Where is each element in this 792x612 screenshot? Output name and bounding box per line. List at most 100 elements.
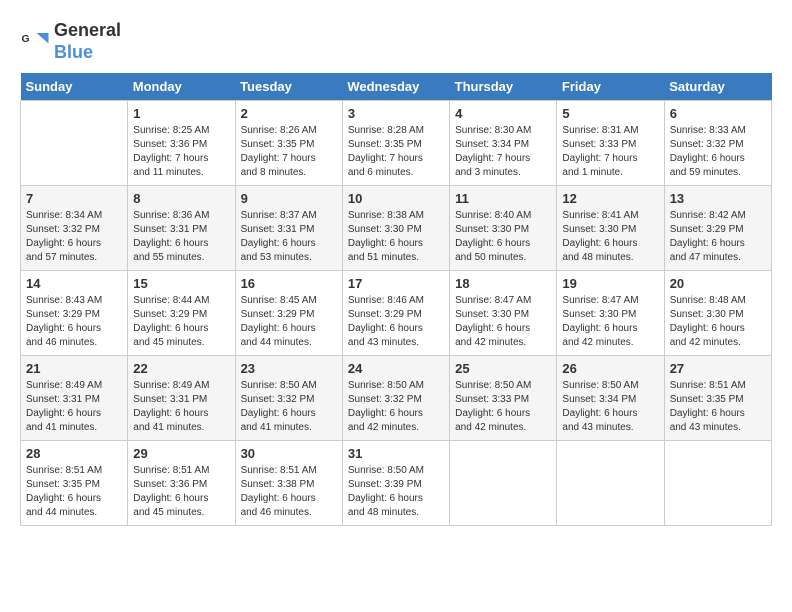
day-number: 20	[670, 276, 766, 291]
day-number: 30	[241, 446, 337, 461]
header-cell-friday: Friday	[557, 73, 664, 101]
day-cell: 6 Sunrise: 8:33 AM Sunset: 3:32 PM Daylig…	[664, 101, 771, 186]
day-cell: 16 Sunrise: 8:45 AM Sunset: 3:29 PM Dayli…	[235, 271, 342, 356]
day-info: Sunrise: 8:26 AM Sunset: 3:35 PM Dayligh…	[241, 124, 337, 180]
day-number: 28	[26, 446, 122, 461]
day-cell: 10Sunrise: 8:38 AM Sunset: 3:30 PM Dayli…	[342, 186, 449, 271]
day-number: 29	[133, 446, 229, 461]
day-info: Sunrise: 8:45 AM Sunset: 3:29 PM Dayligh…	[241, 294, 337, 350]
header-cell-tuesday: Tuesday	[235, 73, 342, 101]
day-cell: 14 Sunrise: 8:43 AM Sunset: 3:29 PM Dayli…	[21, 271, 128, 356]
day-number: 4	[455, 106, 551, 121]
week-row-4: 21 Sunrise: 8:49 AM Sunset: 3:31 PM Dayli…	[21, 356, 772, 441]
day-info: Sunrise: 8:42 AM Sunset: 3:29 PM Dayligh…	[670, 209, 766, 265]
day-info: Sunrise: 8:50 AM Sunset: 3:39 PM Dayligh…	[348, 464, 444, 520]
day-info: Sunrise: 8:47 AM Sunset: 3:30 PM Dayligh…	[562, 294, 658, 350]
day-info: Sunrise: 8:50 AM Sunset: 3:32 PM Dayligh…	[241, 379, 337, 435]
day-number: 18	[455, 276, 551, 291]
day-cell: 4 Sunrise: 8:30 AM Sunset: 3:34 PM Daylig…	[450, 101, 557, 186]
day-cell: 20 Sunrise: 8:48 AM Sunset: 3:30 PM Dayli…	[664, 271, 771, 356]
day-info: Sunrise: 8:51 AM Sunset: 3:36 PM Dayligh…	[133, 464, 229, 520]
svg-text:G: G	[22, 33, 30, 45]
day-info: Sunrise: 8:43 AM Sunset: 3:29 PM Dayligh…	[26, 294, 122, 350]
day-info: Sunrise: 8:37 AM Sunset: 3:31 PM Dayligh…	[241, 209, 337, 265]
day-cell: 7Sunrise: 8:34 AM Sunset: 3:32 PM Daylig…	[21, 186, 128, 271]
day-cell: 1 Sunrise: 8:25 AM Sunset: 3:36 PM Daylig…	[128, 101, 235, 186]
day-number: 16	[241, 276, 337, 291]
day-number: 6	[670, 106, 766, 121]
day-number: 24	[348, 361, 444, 376]
day-cell: 26Sunrise: 8:50 AM Sunset: 3:34 PM Dayli…	[557, 356, 664, 441]
day-info: Sunrise: 8:30 AM Sunset: 3:34 PM Dayligh…	[455, 124, 551, 180]
day-number: 1	[133, 106, 229, 121]
day-info: Sunrise: 8:40 AM Sunset: 3:30 PM Dayligh…	[455, 209, 551, 265]
day-info: Sunrise: 8:44 AM Sunset: 3:29 PM Dayligh…	[133, 294, 229, 350]
day-number: 31	[348, 446, 444, 461]
header-cell-saturday: Saturday	[664, 73, 771, 101]
day-info: Sunrise: 8:49 AM Sunset: 3:31 PM Dayligh…	[26, 379, 122, 435]
day-info: Sunrise: 8:25 AM Sunset: 3:36 PM Dayligh…	[133, 124, 229, 180]
day-number: 21	[26, 361, 122, 376]
day-cell: 24 Sunrise: 8:50 AM Sunset: 3:32 PM Dayli…	[342, 356, 449, 441]
day-number: 7	[26, 191, 122, 206]
day-number: 27	[670, 361, 766, 376]
week-row-1: 1 Sunrise: 8:25 AM Sunset: 3:36 PM Daylig…	[21, 101, 772, 186]
header-cell-wednesday: Wednesday	[342, 73, 449, 101]
day-cell: 12 Sunrise: 8:41 AM Sunset: 3:30 PM Dayli…	[557, 186, 664, 271]
day-info: Sunrise: 8:28 AM Sunset: 3:35 PM Dayligh…	[348, 124, 444, 180]
day-cell: 29 Sunrise: 8:51 AM Sunset: 3:36 PM Dayli…	[128, 441, 235, 526]
day-number: 14	[26, 276, 122, 291]
day-cell: 17Sunrise: 8:46 AM Sunset: 3:29 PM Dayli…	[342, 271, 449, 356]
week-row-5: 28 Sunrise: 8:51 AM Sunset: 3:35 PM Dayli…	[21, 441, 772, 526]
day-cell: 2Sunrise: 8:26 AM Sunset: 3:35 PM Daylig…	[235, 101, 342, 186]
week-row-2: 7Sunrise: 8:34 AM Sunset: 3:32 PM Daylig…	[21, 186, 772, 271]
day-cell: 8Sunrise: 8:36 AM Sunset: 3:31 PM Daylig…	[128, 186, 235, 271]
day-info: Sunrise: 8:48 AM Sunset: 3:30 PM Dayligh…	[670, 294, 766, 350]
day-info: Sunrise: 8:31 AM Sunset: 3:33 PM Dayligh…	[562, 124, 658, 180]
day-info: Sunrise: 8:47 AM Sunset: 3:30 PM Dayligh…	[455, 294, 551, 350]
day-cell: 3Sunrise: 8:28 AM Sunset: 3:35 PM Daylig…	[342, 101, 449, 186]
day-info: Sunrise: 8:33 AM Sunset: 3:32 PM Dayligh…	[670, 124, 766, 180]
day-cell: 22 Sunrise: 8:49 AM Sunset: 3:31 PM Dayli…	[128, 356, 235, 441]
day-cell: 19 Sunrise: 8:47 AM Sunset: 3:30 PM Dayli…	[557, 271, 664, 356]
day-cell: 30 Sunrise: 8:51 AM Sunset: 3:38 PM Dayli…	[235, 441, 342, 526]
week-row-3: 14 Sunrise: 8:43 AM Sunset: 3:29 PM Dayli…	[21, 271, 772, 356]
day-number: 25	[455, 361, 551, 376]
day-number: 19	[562, 276, 658, 291]
day-cell	[664, 441, 771, 526]
day-cell: 9Sunrise: 8:37 AM Sunset: 3:31 PM Daylig…	[235, 186, 342, 271]
day-number: 10	[348, 191, 444, 206]
header-cell-sunday: Sunday	[21, 73, 128, 101]
day-cell: 23 Sunrise: 8:50 AM Sunset: 3:32 PM Dayli…	[235, 356, 342, 441]
day-number: 22	[133, 361, 229, 376]
day-info: Sunrise: 8:46 AM Sunset: 3:29 PM Dayligh…	[348, 294, 444, 350]
day-info: Sunrise: 8:41 AM Sunset: 3:30 PM Dayligh…	[562, 209, 658, 265]
day-cell: 18 Sunrise: 8:47 AM Sunset: 3:30 PM Dayli…	[450, 271, 557, 356]
day-info: Sunrise: 8:50 AM Sunset: 3:33 PM Dayligh…	[455, 379, 551, 435]
day-cell: 15Sunrise: 8:44 AM Sunset: 3:29 PM Dayli…	[128, 271, 235, 356]
day-info: Sunrise: 8:51 AM Sunset: 3:38 PM Dayligh…	[241, 464, 337, 520]
logo-text: GeneralBlue	[54, 20, 121, 63]
day-info: Sunrise: 8:49 AM Sunset: 3:31 PM Dayligh…	[133, 379, 229, 435]
page-header: G GeneralBlue	[20, 20, 772, 63]
day-number: 26	[562, 361, 658, 376]
day-cell	[21, 101, 128, 186]
day-cell: 25 Sunrise: 8:50 AM Sunset: 3:33 PM Dayli…	[450, 356, 557, 441]
day-info: Sunrise: 8:51 AM Sunset: 3:35 PM Dayligh…	[670, 379, 766, 435]
calendar-table: SundayMondayTuesdayWednesdayThursdayFrid…	[20, 73, 772, 526]
day-info: Sunrise: 8:51 AM Sunset: 3:35 PM Dayligh…	[26, 464, 122, 520]
day-cell: 13 Sunrise: 8:42 AM Sunset: 3:29 PM Dayli…	[664, 186, 771, 271]
logo-icon: G	[20, 27, 50, 57]
day-info: Sunrise: 8:50 AM Sunset: 3:32 PM Dayligh…	[348, 379, 444, 435]
day-cell: 28 Sunrise: 8:51 AM Sunset: 3:35 PM Dayli…	[21, 441, 128, 526]
day-number: 12	[562, 191, 658, 206]
day-number: 8	[133, 191, 229, 206]
day-cell	[557, 441, 664, 526]
day-cell: 31 Sunrise: 8:50 AM Sunset: 3:39 PM Dayli…	[342, 441, 449, 526]
day-cell: 21 Sunrise: 8:49 AM Sunset: 3:31 PM Dayli…	[21, 356, 128, 441]
logo: G GeneralBlue	[20, 20, 121, 63]
day-number: 13	[670, 191, 766, 206]
header-cell-thursday: Thursday	[450, 73, 557, 101]
day-cell	[450, 441, 557, 526]
day-number: 23	[241, 361, 337, 376]
